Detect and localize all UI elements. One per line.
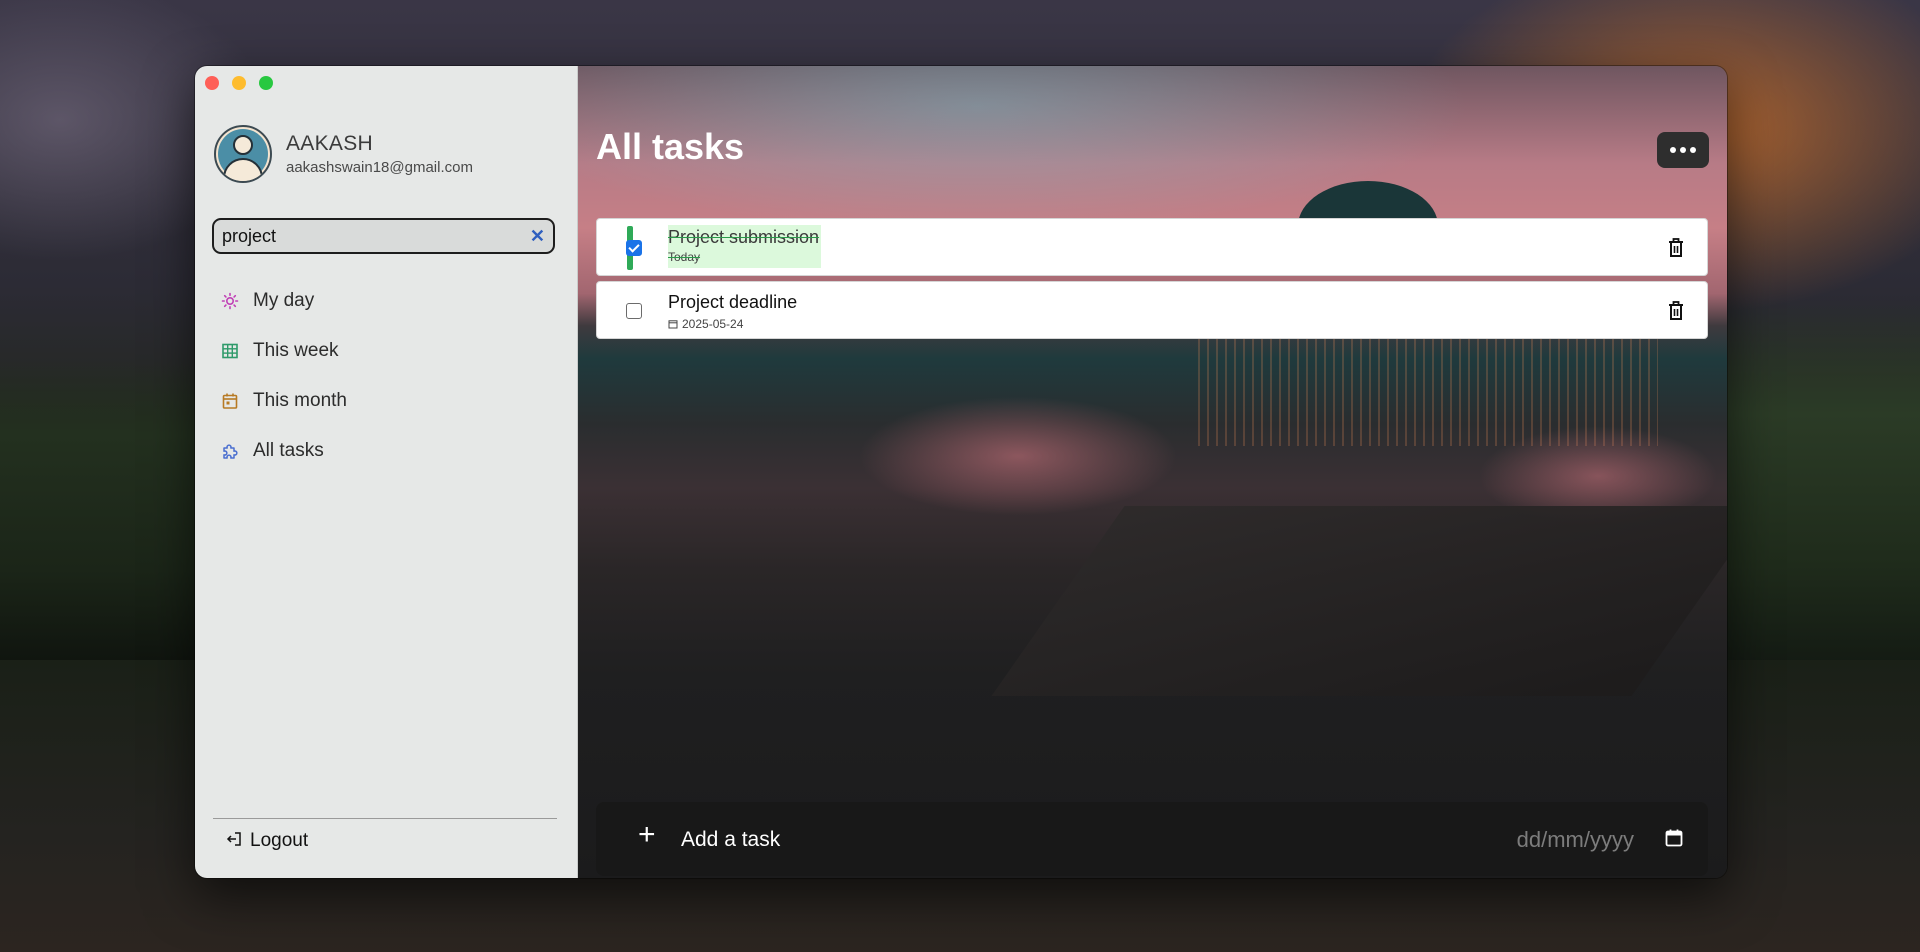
task-date: 2025-05-24: [668, 317, 797, 331]
sidebar-item-label: All tasks: [253, 440, 324, 461]
page-title: All tasks: [596, 126, 745, 167]
puzzle-icon: [221, 442, 239, 460]
close-window-button[interactable]: [205, 76, 219, 90]
logout-icon: [226, 831, 242, 852]
grid-icon: [221, 342, 239, 360]
logout-button[interactable]: Logout: [226, 830, 308, 852]
delete-task-icon[interactable]: [1667, 238, 1685, 258]
sun-icon: [221, 292, 239, 310]
sidebar-item-all-tasks[interactable]: All tasks: [221, 426, 347, 476]
due-date-input[interactable]: dd/mm/yyyy: [1517, 827, 1634, 853]
ellipsis-icon: [1670, 147, 1676, 153]
task-item: Project deadline 2025-05-24: [596, 281, 1708, 339]
user-email: aakashswain18@gmail.com: [286, 159, 473, 176]
search-input[interactable]: [222, 225, 530, 247]
background-reflection: [858, 396, 1178, 516]
background-pier: [991, 506, 1727, 696]
user-name: AAKASH: [286, 132, 373, 155]
task-text: Project submission Today: [668, 225, 822, 268]
add-task-bar: + Add a task dd/mm/yyyy: [596, 802, 1708, 876]
task-checkbox[interactable]: [626, 240, 642, 256]
task-date-label: 2025-05-24: [682, 317, 744, 331]
task-checkbox[interactable]: [626, 303, 642, 319]
sidebar-divider: [213, 818, 557, 819]
maximize-window-button[interactable]: [259, 76, 273, 90]
user-info: AAKASH aakashswain18@gmail.com: [286, 132, 473, 176]
task-text: Project deadline 2025-05-24: [668, 292, 797, 331]
delete-task-icon[interactable]: [1667, 301, 1685, 321]
task-name: Project submission: [668, 227, 820, 247]
app-window: AAKASH aakashswain18@gmail.com ✕ My day …: [195, 66, 1727, 878]
sidebar-item-this-week[interactable]: This week: [221, 326, 347, 376]
task-date-label: Today: [668, 250, 701, 264]
search-box: ✕: [212, 218, 555, 254]
calendar-icon: [668, 320, 678, 329]
user-profile: AAKASH aakashswain18@gmail.com: [214, 125, 473, 183]
sidebar-item-my-day[interactable]: My day: [221, 276, 347, 326]
avatar: [214, 125, 272, 183]
sidebar: AAKASH aakashswain18@gmail.com ✕ My day …: [195, 66, 578, 878]
minimize-window-button[interactable]: [232, 76, 246, 90]
clear-search-icon[interactable]: ✕: [530, 226, 545, 247]
calendar-picker-icon[interactable]: [1664, 828, 1684, 848]
more-options-button[interactable]: [1657, 132, 1709, 168]
task-item: Project submission Today: [596, 218, 1708, 276]
logout-label: Logout: [250, 830, 309, 851]
desktop-forest-right: [1720, 300, 1920, 680]
sidebar-item-label: This week: [253, 340, 339, 361]
sidebar-item-label: This month: [253, 390, 347, 411]
task-list: Project submission Today Project deadlin…: [596, 218, 1708, 344]
desktop-forest-left: [0, 360, 200, 660]
task-name: Project deadline: [668, 292, 798, 312]
add-task-plus-button[interactable]: +: [638, 818, 656, 852]
sidebar-nav: My day This week This month All tasks: [221, 276, 347, 476]
add-task-input[interactable]: Add a task: [681, 828, 780, 852]
calendar-icon: [221, 392, 239, 410]
sidebar-item-this-month[interactable]: This month: [221, 376, 347, 426]
task-date: Today: [668, 250, 819, 264]
sidebar-item-label: My day: [253, 290, 315, 311]
main-panel: All tasks Project submission Today Proje…: [578, 66, 1727, 878]
window-controls: [205, 76, 273, 90]
